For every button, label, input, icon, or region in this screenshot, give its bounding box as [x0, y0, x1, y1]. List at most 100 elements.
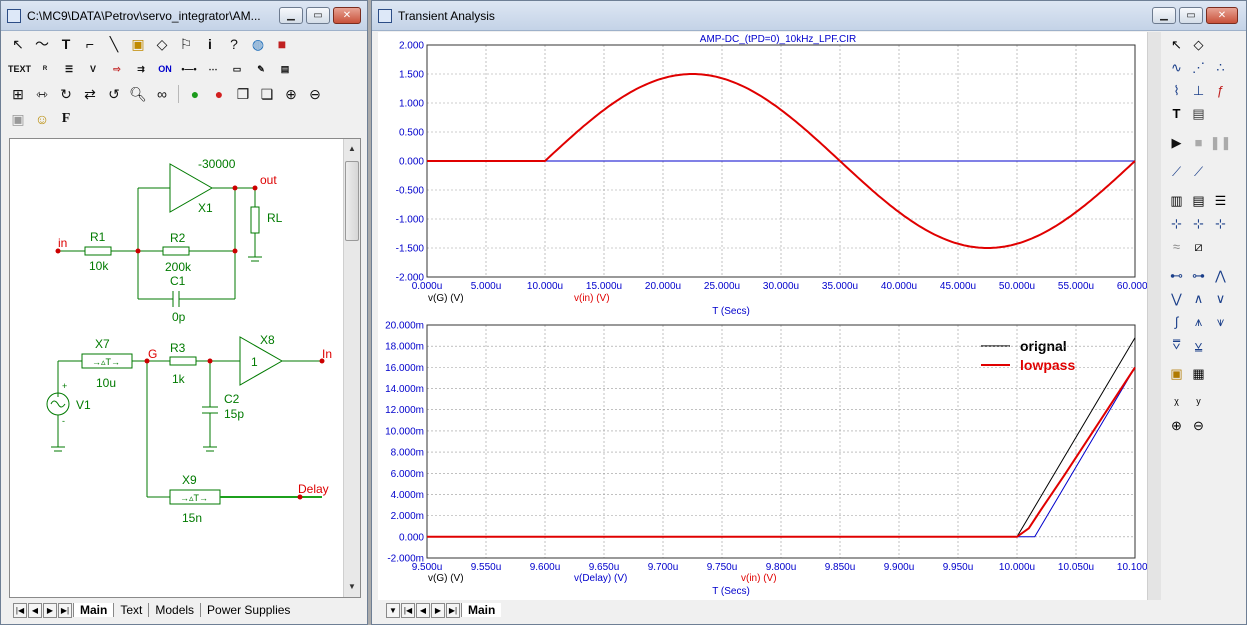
currents-icon[interactable]: ⇨ — [106, 58, 128, 80]
text-icon[interactable]: T — [1167, 104, 1186, 123]
close-icon[interactable]: ✕ — [333, 7, 361, 24]
last-page-icon[interactable]: ▶| — [58, 602, 72, 618]
axis-icon[interactable]: ⊥ — [1189, 81, 1208, 100]
bottom-icon[interactable]: ⩣ — [1189, 335, 1208, 354]
x-scale-icon[interactable]: ᵡ — [1167, 393, 1186, 412]
border-icon[interactable]: ▭ — [226, 58, 248, 80]
inflection-icon[interactable]: ∫ — [1167, 312, 1186, 331]
wire-icon[interactable]: 〜 — [31, 33, 53, 55]
high-icon[interactable]: ∧ — [1189, 289, 1208, 308]
smiley-icon[interactable]: ☺ — [31, 108, 53, 130]
play-icon[interactable]: ▶ — [1167, 133, 1186, 152]
palette-icon[interactable]: ■ — [271, 33, 293, 55]
top-icon[interactable]: ⩢ — [1167, 335, 1186, 354]
tab-main[interactable]: Main — [461, 603, 502, 617]
voltages-icon[interactable]: V — [82, 58, 104, 80]
next-x-icon[interactable]: ⊷ — [1167, 266, 1186, 285]
scroll-down-icon[interactable]: ▼ — [345, 579, 359, 595]
flip-icon[interactable]: ⇿ — [31, 83, 53, 105]
prev-x-icon[interactable]: ⊶ — [1189, 266, 1208, 285]
rotate-icon[interactable]: ↻ — [55, 83, 77, 105]
slope-icon[interactable]: ⊹ — [1211, 214, 1230, 233]
cube-icon[interactable]: ▣ — [1167, 364, 1186, 383]
global-low-icon[interactable]: ⩛ — [1211, 312, 1230, 331]
zoom-box-icon[interactable]: ⧄ — [1189, 237, 1208, 256]
cursor-point-icon[interactable]: ⟋ — [1189, 162, 1208, 181]
maximize-icon[interactable]: ▭ — [306, 7, 330, 24]
tab-text[interactable]: Text — [113, 603, 148, 617]
help-icon[interactable]: ? — [223, 33, 245, 55]
wave-icon[interactable]: ≈ — [1167, 237, 1186, 256]
shapes-icon[interactable]: ◇ — [1189, 35, 1208, 54]
properties-icon[interactable]: ▤ — [1189, 104, 1208, 123]
schematic-vscroll[interactable]: ▲ ▼ — [343, 139, 360, 597]
table-icon[interactable]: ▤ — [1189, 191, 1208, 210]
info-icon[interactable]: i — [199, 33, 221, 55]
plot-vscroll[interactable] — [1147, 32, 1161, 600]
plot-area[interactable]: AMP-DC_(tPD=0)_10kHz_LPF.CIR T (Secs) v(… — [378, 32, 1161, 600]
camera-icon[interactable]: ▣ — [7, 108, 29, 130]
schematic-canvas[interactable]: -30000 X1 R1 10k R2 200k C1 0p RL X7 10u… — [9, 138, 361, 598]
probe-icon[interactable]: ✎ — [250, 58, 272, 80]
mirror-icon[interactable]: ⇄ — [79, 83, 101, 105]
tab-power-supplies[interactable]: Power Supplies — [200, 603, 296, 617]
peak-find-icon[interactable]: ⋀ — [1211, 266, 1230, 285]
tab-main[interactable]: Main — [73, 603, 114, 617]
paste-icon[interactable]: ❏ — [256, 83, 278, 105]
low-icon[interactable]: ∨ — [1211, 289, 1230, 308]
pin-connect-icon[interactable]: •—• — [178, 58, 200, 80]
component-icon[interactable]: ▣ — [127, 33, 149, 55]
zoom-out-icon[interactable]: ⊖ — [304, 83, 326, 105]
scroll-thumb[interactable] — [345, 161, 359, 241]
ortho-wire-icon[interactable]: ⌐ — [79, 33, 101, 55]
table-view-icon[interactable]: ▦ — [1189, 364, 1208, 383]
step-icon[interactable]: ↺ — [103, 83, 125, 105]
attr-icon[interactable]: ᴿ — [34, 58, 56, 80]
go-icon[interactable]: ● — [184, 83, 206, 105]
node-numbers-icon[interactable]: ☰ — [58, 58, 80, 80]
next-page-icon[interactable]: ▶ — [43, 602, 57, 618]
text-icon[interactable]: T — [55, 33, 77, 55]
list-icon[interactable]: ☰ — [1211, 191, 1230, 210]
y-scale-icon[interactable]: ʸ — [1189, 393, 1208, 412]
text-mode-icon[interactable]: TEXT — [7, 58, 32, 80]
minimize-icon[interactable]: ▁ — [1152, 7, 1176, 24]
last-page-icon[interactable]: ▶| — [446, 602, 460, 618]
prev-page-icon[interactable]: ◀ — [416, 602, 430, 618]
select-icon[interactable]: ↖ — [7, 33, 29, 55]
flag-icon[interactable]: ⚐ — [175, 33, 197, 55]
state-icon[interactable]: ON — [154, 58, 176, 80]
schematic-titlebar[interactable]: C:\MC9\DATA\Petrov\servo_integrator\AM..… — [1, 1, 367, 31]
diagonal-wire-icon[interactable]: ╲ — [103, 33, 125, 55]
maximize-icon[interactable]: ▭ — [1179, 7, 1203, 24]
analysis-titlebar[interactable]: Transient Analysis ▁ ▭ ✕ — [372, 1, 1246, 31]
fft-icon[interactable]: ⌇ — [1167, 81, 1186, 100]
close-icon[interactable]: ✕ — [1206, 7, 1238, 24]
valley-find-icon[interactable]: ⋁ — [1167, 289, 1186, 308]
zoom-in-icon[interactable]: ⊕ — [280, 83, 302, 105]
function-icon[interactable]: ƒ — [1211, 81, 1230, 100]
grid-icon[interactable]: ▥ — [1167, 191, 1186, 210]
minimize-icon[interactable]: ▁ — [279, 7, 303, 24]
zoom-out-icon[interactable]: ⊖ — [1189, 416, 1208, 435]
tokens-icon[interactable]: ∴ — [1211, 58, 1230, 77]
grid-icon[interactable]: ⋯ — [202, 58, 224, 80]
font-icon[interactable]: F — [55, 108, 77, 130]
zoom-in-icon[interactable]: ⊕ — [1167, 416, 1186, 435]
valley-icon[interactable]: ⊹ — [1189, 214, 1208, 233]
binoculars-icon[interactable]: ∞ — [151, 83, 173, 105]
first-page-icon[interactable]: |◀ — [401, 602, 415, 618]
tab-menu-icon[interactable]: ▼ — [386, 602, 400, 618]
shapes-icon[interactable]: ◇ — [151, 33, 173, 55]
zoom-fit-icon[interactable]: ⊞ — [7, 83, 29, 105]
global-high-icon[interactable]: ⩚ — [1189, 312, 1208, 331]
next-page-icon[interactable]: ▶ — [431, 602, 445, 618]
search-icon[interactable]: 🔍︎ — [127, 83, 149, 105]
properties-icon[interactable]: ▤ — [274, 58, 296, 80]
pause-icon[interactable]: ❚❚ — [1210, 133, 1232, 152]
peak-icon[interactable]: ⊹ — [1167, 214, 1186, 233]
data-points-icon[interactable]: ⋰ — [1189, 58, 1208, 77]
prev-page-icon[interactable]: ◀ — [28, 602, 42, 618]
scale-icon[interactable]: ∿ — [1167, 58, 1186, 77]
stop-icon[interactable]: ■ — [1189, 133, 1208, 152]
